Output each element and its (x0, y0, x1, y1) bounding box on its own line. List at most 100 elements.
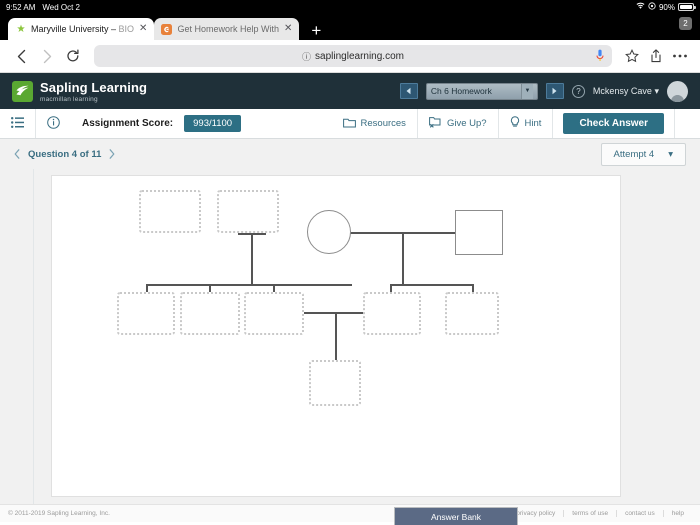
assignment-info-button[interactable] (36, 109, 71, 138)
attempt-label: Attempt 4 (613, 148, 655, 160)
left-rail (0, 169, 34, 504)
brand-logo[interactable]: Sapling Learning macmillan learning (12, 80, 147, 103)
wifi-icon (636, 2, 645, 12)
sib-drop-a (146, 284, 148, 292)
slot-gen3-a[interactable] (309, 360, 361, 406)
slot-gen1-left[interactable] (139, 190, 201, 233)
tab-close-chegg[interactable]: ✕ (284, 24, 292, 34)
user-avatar-icon[interactable] (667, 80, 688, 102)
tab-title-maryville-suffix: BIO (118, 24, 135, 34)
descent-line-gen2 (335, 312, 337, 360)
sibship-line-gen2-left (146, 284, 352, 286)
assignment-score-value: 993/1100 (184, 115, 242, 132)
chevron-right-icon[interactable] (109, 149, 115, 159)
question-counter-label: Question 4 of 11 (28, 148, 102, 160)
next-assignment-button[interactable] (545, 83, 564, 99)
assignment-dropdown[interactable]: Ch 6 Homework ▼ (425, 82, 538, 100)
chegg-favicon (161, 23, 173, 35)
attempt-selector[interactable]: Attempt 4 ▾ (600, 142, 686, 166)
slot-gen2-c[interactable] (244, 292, 304, 335)
tab-count-badge[interactable]: 2 (679, 17, 692, 30)
answer-bank-title: Answer Bank (395, 508, 517, 525)
forward-button[interactable] (34, 43, 60, 69)
app-header: Sapling Learning macmillan learning Ch 6… (0, 73, 700, 109)
address-bar[interactable]: ⓘ saplinglearning.com (94, 45, 612, 67)
page-footer: © 2011-2019 Sapling Learning, Inc. about… (0, 504, 700, 522)
sib-drop-d (390, 284, 392, 292)
question-mark-icon[interactable]: ? (571, 84, 585, 98)
browser-tab-maryville[interactable]: Maryville University – BIO ✕ (8, 18, 155, 40)
reload-button[interactable] (60, 43, 86, 69)
browser-tab-chegg[interactable]: Get Homework Help With ✕ (154, 18, 300, 40)
resources-label: Resources (360, 118, 406, 129)
give-up-label: Give Up? (446, 118, 487, 129)
browser-tab-strip: Maryville University – BIO ✕ Get Homewor… (0, 14, 700, 40)
assignment-toolbar: Assignment Score: 993/1100 Resources Giv… (0, 109, 700, 139)
slot-gen1-right[interactable] (217, 190, 279, 233)
sib-drop-e (472, 284, 474, 292)
descent-line-founders (402, 232, 404, 286)
info-circle-icon (47, 115, 60, 132)
maryville-favicon (15, 24, 26, 35)
shape-square-founder (455, 210, 503, 255)
url-text: saplinglearning.com (315, 50, 404, 62)
rotation-lock-icon (648, 2, 656, 12)
battery-percent: 90% (658, 2, 675, 12)
footer-link-contact-us[interactable]: contact us (616, 510, 663, 517)
question-work-area: Answer Bank (0, 169, 700, 525)
tab-title-maryville: Maryville University – (31, 24, 119, 34)
copyright-text: © 2011-2019 Sapling Learning, Inc. (8, 510, 110, 517)
tab-close-maryville[interactable]: ✕ (139, 24, 147, 34)
descent-line-gen1 (251, 233, 253, 286)
assignment-score: Assignment Score: 993/1100 (71, 109, 252, 138)
pedigree-canvas[interactable] (51, 175, 621, 497)
tab-title-chegg: Get Homework Help With (177, 24, 279, 34)
sib-drop-c (273, 284, 275, 292)
status-time: 9:52 AM (6, 2, 36, 12)
new-tab-button[interactable]: + (299, 22, 331, 40)
chevron-left-icon[interactable] (14, 149, 20, 159)
brand-name: Sapling Learning (40, 79, 148, 95)
shape-circle-founder (307, 210, 351, 254)
folder-icon (342, 117, 356, 131)
check-answer-button[interactable]: Check Answer (563, 113, 664, 134)
question-navigation-bar: Question 4 of 11 Attempt 4 ▾ (0, 139, 700, 169)
ios-status-bar: 9:52 AM Wed Oct 2 90% (0, 0, 700, 14)
folder-x-icon (429, 116, 442, 131)
answer-bank-panel: Answer Bank (394, 507, 518, 525)
user-menu-caret: ▾ (654, 85, 659, 96)
resources-button[interactable]: Resources (332, 109, 418, 138)
sapling-leaf-logo (12, 80, 33, 102)
chevron-down-icon[interactable]: ▼ (520, 83, 533, 99)
user-name-label: Mckensy Cave (592, 85, 652, 96)
info-circle-icon: ⓘ (302, 51, 312, 62)
status-date: Wed Oct 2 (42, 2, 81, 12)
assignment-score-label: Assignment Score: (82, 118, 174, 129)
hint-button[interactable]: Hint (499, 109, 554, 138)
microphone-icon[interactable] (596, 49, 604, 65)
footer-link-help[interactable]: help (662, 510, 692, 517)
bookmark-star-icon[interactable] (620, 43, 644, 69)
list-menu-icon (11, 116, 24, 131)
sidebar-menu-button[interactable] (0, 109, 36, 138)
browser-toolbar: ⓘ saplinglearning.com (0, 40, 700, 73)
footer-link-terms-of-use[interactable]: terms of use (563, 510, 616, 517)
toolbar-end-spacer (674, 109, 700, 138)
slot-gen2-a[interactable] (117, 292, 175, 335)
prev-assignment-button[interactable] (399, 83, 418, 99)
chevron-down-icon: ▾ (668, 148, 673, 160)
battery-icon (678, 3, 696, 11)
slot-gen2-b[interactable] (180, 292, 240, 335)
slot-gen2-d[interactable] (363, 292, 421, 335)
more-dots-icon[interactable] (668, 43, 692, 69)
lightbulb-icon (510, 115, 520, 132)
sibship-line-gen2-right (390, 284, 474, 286)
hint-label: Hint (524, 118, 542, 129)
brand-subtitle: macmillan learning (40, 95, 98, 103)
back-button[interactable] (8, 43, 34, 69)
mating-line-gen2 (304, 312, 364, 314)
give-up-button[interactable]: Give Up? (418, 109, 499, 138)
slot-gen2-e[interactable] (445, 292, 499, 335)
assignment-name: Ch 6 Homework (430, 86, 492, 96)
share-icon[interactable] (644, 43, 668, 69)
